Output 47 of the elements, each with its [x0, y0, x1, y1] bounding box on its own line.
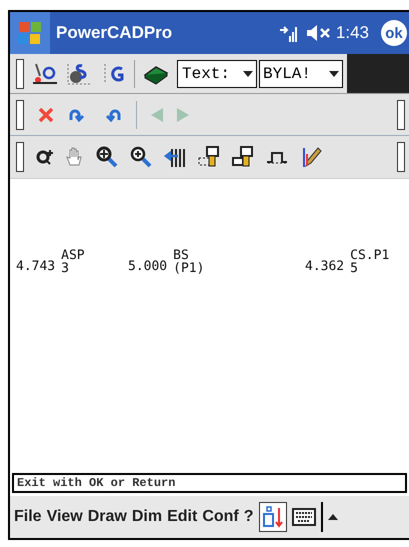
dimension-label: 5: [350, 262, 359, 275]
pulse-line-icon[interactable]: [266, 150, 288, 164]
dimension-label: CS.P1: [350, 248, 390, 262]
muted-speaker-icon: [306, 24, 332, 42]
up-arrow-icon[interactable]: [328, 514, 338, 520]
block-edit-icon[interactable]: [232, 146, 254, 168]
zoom-window-icon[interactable]: [96, 146, 118, 168]
menu-item[interactable]: Dim: [132, 505, 162, 529]
hand-icon[interactable]: [66, 147, 84, 167]
caret-icon: [329, 70, 339, 76]
dimension-value: 5.000: [128, 258, 168, 276]
app-title: PowerCADPro: [56, 22, 172, 44]
text-style-dropdown[interactable]: Text:: [177, 60, 257, 88]
menu-item[interactable]: View: [46, 505, 83, 529]
zoom-in-icon[interactable]: [130, 146, 152, 168]
block-insert-icon[interactable]: [198, 146, 220, 168]
dimension-label: BS: [173, 248, 189, 262]
toolbar-grip-icon: [397, 100, 405, 130]
caret-icon: [243, 70, 253, 76]
menu-item[interactable]: ?: [244, 505, 254, 529]
dimension-label: (P1): [173, 262, 204, 275]
menu-item[interactable]: Conf: [202, 505, 239, 529]
dimension-lines-icon[interactable]: [164, 147, 186, 167]
toolbar-grip-icon: [16, 100, 24, 130]
pencil-icon[interactable]: [300, 146, 322, 168]
clock-time: 1:43: [336, 22, 369, 44]
toolbar-grip-icon: [397, 142, 405, 172]
color-swatch[interactable]: [347, 54, 409, 93]
ok-button[interactable]: ok: [381, 20, 407, 46]
windows-flag-icon: [16, 20, 44, 46]
menu-item[interactable]: Draw: [88, 505, 127, 529]
menu-item[interactable]: Edit: [167, 505, 198, 529]
dimension-value: 4.362: [305, 258, 344, 276]
start-button[interactable]: [10, 12, 50, 54]
toolbar-grip-icon: [16, 142, 24, 172]
dimension-label: ASP: [61, 248, 85, 262]
dimension-value: 4.743: [16, 258, 56, 276]
menu-item[interactable]: File: [14, 505, 42, 529]
toolbar-grip-icon: [16, 58, 24, 88]
keyboard-icon[interactable]: [292, 508, 316, 526]
layer-dropdown[interactable]: BYLA!: [259, 60, 343, 88]
dimension-label: 3: [61, 262, 70, 275]
osnap-icon: [32, 62, 58, 86]
input-panel-button[interactable]: [258, 502, 287, 532]
zoom-icon[interactable]: [36, 148, 54, 166]
close-icon[interactable]: [38, 106, 54, 122]
snap-down-icon: [262, 505, 284, 529]
